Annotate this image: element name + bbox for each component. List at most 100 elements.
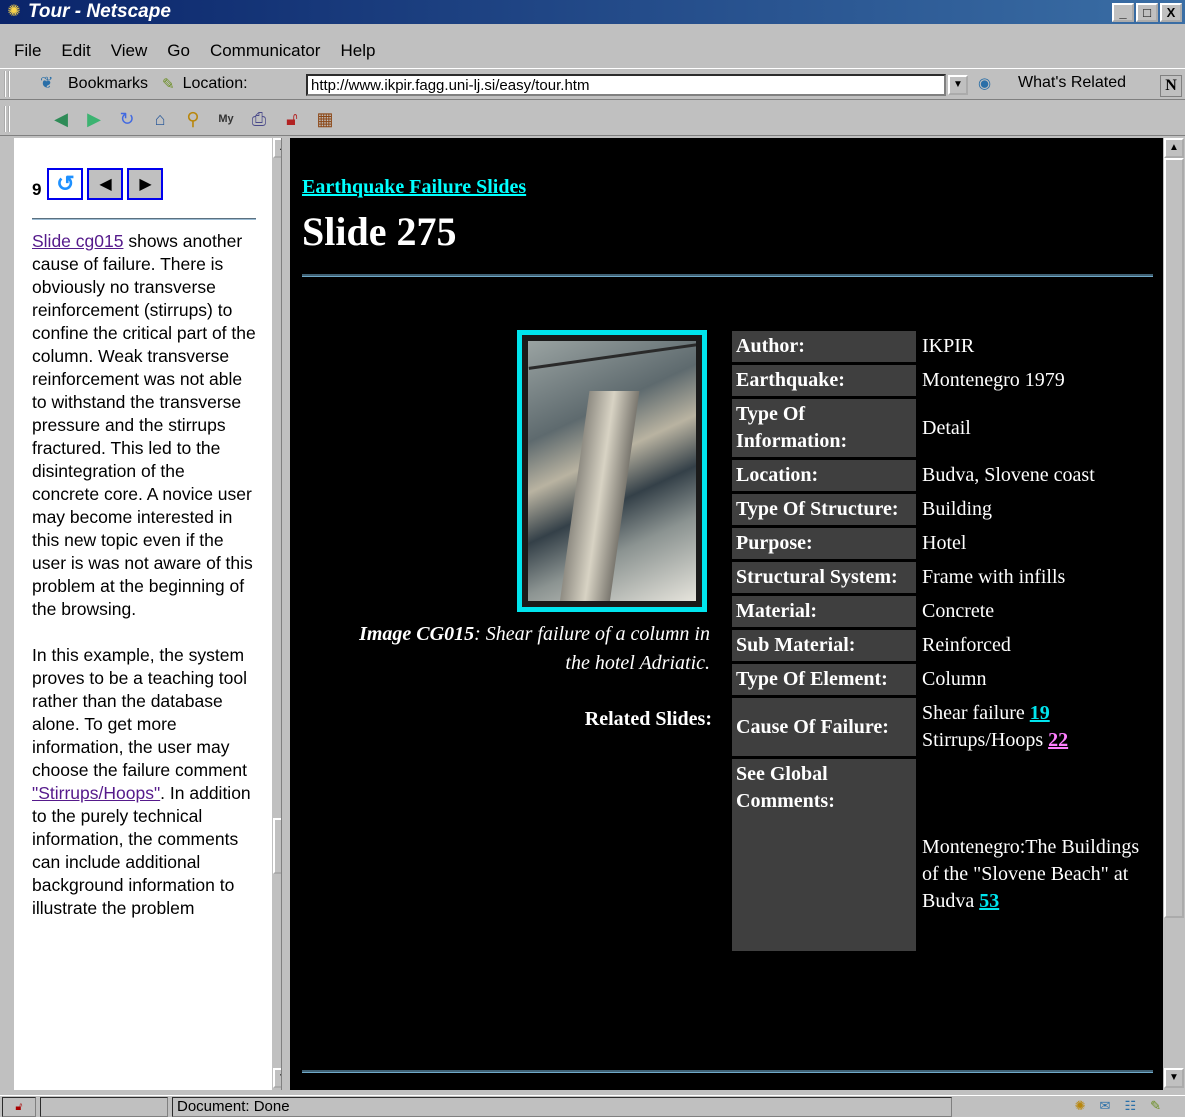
url-dropdown-icon[interactable]: ▼ bbox=[948, 75, 968, 95]
image-label: Image CG015 bbox=[359, 623, 475, 645]
row-key: See Global Comments: bbox=[732, 759, 916, 951]
stirrups-hoops-count-link[interactable]: 22 bbox=[1048, 729, 1068, 751]
tour-previous-button[interactable]: ◀ bbox=[87, 168, 124, 200]
row-value: Hotel bbox=[922, 532, 967, 554]
scroll-down-icon[interactable]: ▼ bbox=[1164, 1068, 1184, 1088]
reload-icon[interactable]: ↻ bbox=[114, 106, 140, 132]
photo-crack bbox=[528, 343, 696, 370]
row-value: Concrete bbox=[922, 600, 995, 622]
global-comment-link[interactable]: 53 bbox=[979, 890, 999, 912]
composer-icon[interactable]: ✎ bbox=[1150, 1098, 1161, 1114]
row-value: Shear failure 19 Stirrups/Hoops 22 bbox=[916, 698, 1157, 756]
home-icon[interactable]: ⌂ bbox=[147, 106, 173, 132]
row-key: Type Of Structure: bbox=[732, 494, 916, 525]
forward-icon[interactable]: ▶ bbox=[81, 106, 107, 132]
right-scrollbar[interactable]: ▲ ▼ bbox=[1163, 138, 1185, 1090]
row-value: Reinforced bbox=[922, 634, 1011, 656]
bookmarks-button[interactable]: Bookmarks bbox=[68, 75, 148, 93]
window-title: Tour - Netscape bbox=[28, 1, 171, 22]
slide-frame: Earthquake Failure Slides Slide 275 Imag… bbox=[290, 138, 1163, 1090]
row-value: IKPIR bbox=[922, 335, 975, 357]
progress-bar bbox=[40, 1096, 168, 1117]
toolbar-grip[interactable] bbox=[4, 71, 10, 97]
caption-text: : Shear failure of a column in the hotel… bbox=[474, 623, 710, 674]
row-key: Material: bbox=[732, 596, 916, 627]
slide-image-link[interactable] bbox=[517, 330, 707, 612]
tour-paragraph-text: . In addition to the purely technical in… bbox=[32, 783, 251, 918]
whats-related-button[interactable]: ◉ What's Related bbox=[978, 74, 1126, 92]
back-icon[interactable]: ◀ bbox=[48, 106, 74, 132]
minimize-button[interactable]: _ bbox=[1112, 3, 1134, 22]
menu-bar: File Edit View Go Communicator Help bbox=[0, 38, 1185, 64]
tour-navigation: 9 ↺ ◀ ▶ bbox=[32, 168, 256, 200]
table-row: Type Of Structure: Building bbox=[732, 494, 1157, 525]
tour-paragraph-text: In this example, the system proves to be… bbox=[32, 645, 248, 780]
maximize-button[interactable]: □ bbox=[1136, 3, 1158, 22]
tour-paragraph-text: shows another cause of failure. There is… bbox=[32, 231, 256, 619]
mail-icon[interactable]: ✉ bbox=[1100, 1098, 1111, 1114]
navigator-icon[interactable]: ✺ bbox=[1075, 1098, 1086, 1114]
my-netscape-icon[interactable]: My bbox=[213, 106, 239, 132]
row-value: Frame with infills bbox=[922, 566, 1066, 588]
image-caption: Image CG015: Shear failure of a column i… bbox=[350, 620, 710, 678]
scroll-up-icon[interactable]: ▲ bbox=[1164, 138, 1184, 158]
page-title: Slide 275 bbox=[302, 209, 457, 254]
row-value: Detail bbox=[922, 416, 971, 439]
stirrups-hoops-link[interactable]: "Stirrups/Hoops" bbox=[32, 783, 160, 803]
row-key: Structural System: bbox=[732, 562, 916, 593]
scroll-thumb[interactable] bbox=[273, 818, 281, 874]
bookmarks-icon[interactable]: ❦ bbox=[40, 74, 62, 94]
scroll-thumb[interactable] bbox=[1164, 158, 1184, 918]
table-row: Sub Material: Reinforced bbox=[732, 630, 1157, 661]
whats-related-icon: ◉ bbox=[978, 75, 992, 92]
search-icon[interactable]: ⚲ bbox=[180, 106, 206, 132]
scroll-up-icon[interactable]: ▲ bbox=[273, 138, 281, 158]
menu-communicator[interactable]: Communicator bbox=[210, 41, 321, 61]
menu-go[interactable]: Go bbox=[167, 41, 190, 61]
tour-step-number: 9 bbox=[32, 180, 42, 199]
menu-help[interactable]: Help bbox=[340, 41, 375, 61]
row-key: Purpose: bbox=[732, 528, 916, 559]
navigation-toolbar: ◀ ▶ ↻ ⌂ ⚲ My ⎙ 🔓︎ ▦ bbox=[0, 102, 1185, 136]
table-row: See Global Comments: Montenegro:The Buil… bbox=[732, 759, 1157, 951]
table-row: Purpose: Hotel bbox=[732, 528, 1157, 559]
shear-failure-link[interactable]: 19 bbox=[1030, 702, 1050, 724]
tour-next-button[interactable]: ▶ bbox=[127, 168, 164, 200]
table-row: Type Of Information: Detail bbox=[732, 399, 1157, 457]
menu-view[interactable]: View bbox=[111, 41, 148, 61]
location-toolbar: ❦ Bookmarks ✎ Location: http://www.ikpir… bbox=[0, 68, 1185, 100]
security-icon[interactable]: 🔓︎ bbox=[279, 106, 305, 132]
title-bar: ✺ Tour - Netscape _ □ X bbox=[0, 0, 1185, 24]
toolbar-grip[interactable] bbox=[4, 105, 10, 132]
tour-restart-button[interactable]: ↺ bbox=[47, 168, 84, 200]
tour-paragraph: In this example, the system proves to be… bbox=[32, 644, 256, 920]
divider bbox=[302, 274, 1153, 277]
component-bar: ✺ ✉ ☷ ✎ bbox=[1075, 1098, 1161, 1114]
discussion-icon[interactable]: ☷ bbox=[1124, 1098, 1136, 1114]
table-row: Location: Budva, Slovene coast bbox=[732, 460, 1157, 491]
row-key: Cause Of Failure: bbox=[732, 698, 916, 756]
print-icon[interactable]: ⎙ bbox=[246, 106, 272, 132]
row-key: Author: bbox=[732, 331, 916, 362]
close-button[interactable]: X bbox=[1160, 3, 1182, 22]
divider bbox=[32, 218, 256, 220]
whats-related-label: What's Related bbox=[1018, 74, 1126, 91]
slide-cg015-link[interactable]: Slide cg015 bbox=[32, 231, 123, 251]
netscape-logo[interactable]: N bbox=[1160, 75, 1182, 97]
status-bar: 🔓︎ Document: Done ✺ ✉ ☷ ✎ bbox=[0, 1095, 1185, 1117]
stop-icon[interactable]: ▦ bbox=[312, 106, 338, 132]
table-row: Material: Concrete bbox=[732, 596, 1157, 627]
status-text: Document: Done bbox=[172, 1096, 952, 1117]
row-key: Sub Material: bbox=[732, 630, 916, 661]
scroll-down-icon[interactable]: ▼ bbox=[273, 1068, 281, 1088]
global-comment-text: Montenegro:The Buildings of the "Slovene… bbox=[922, 835, 1140, 912]
cause-text: Stirrups/Hoops bbox=[922, 729, 1049, 751]
menu-edit[interactable]: Edit bbox=[61, 41, 90, 61]
security-lock-icon[interactable]: 🔓︎ bbox=[2, 1096, 36, 1117]
left-scrollbar[interactable]: ▲ ▼ bbox=[272, 138, 281, 1090]
location-icon[interactable]: ✎ bbox=[162, 75, 175, 93]
category-link[interactable]: Earthquake Failure Slides bbox=[302, 176, 526, 199]
menu-file[interactable]: File bbox=[14, 41, 41, 61]
url-input[interactable]: http://www.ikpir.fagg.uni-lj.si/easy/tou… bbox=[306, 74, 946, 96]
slide-photo bbox=[528, 341, 696, 601]
